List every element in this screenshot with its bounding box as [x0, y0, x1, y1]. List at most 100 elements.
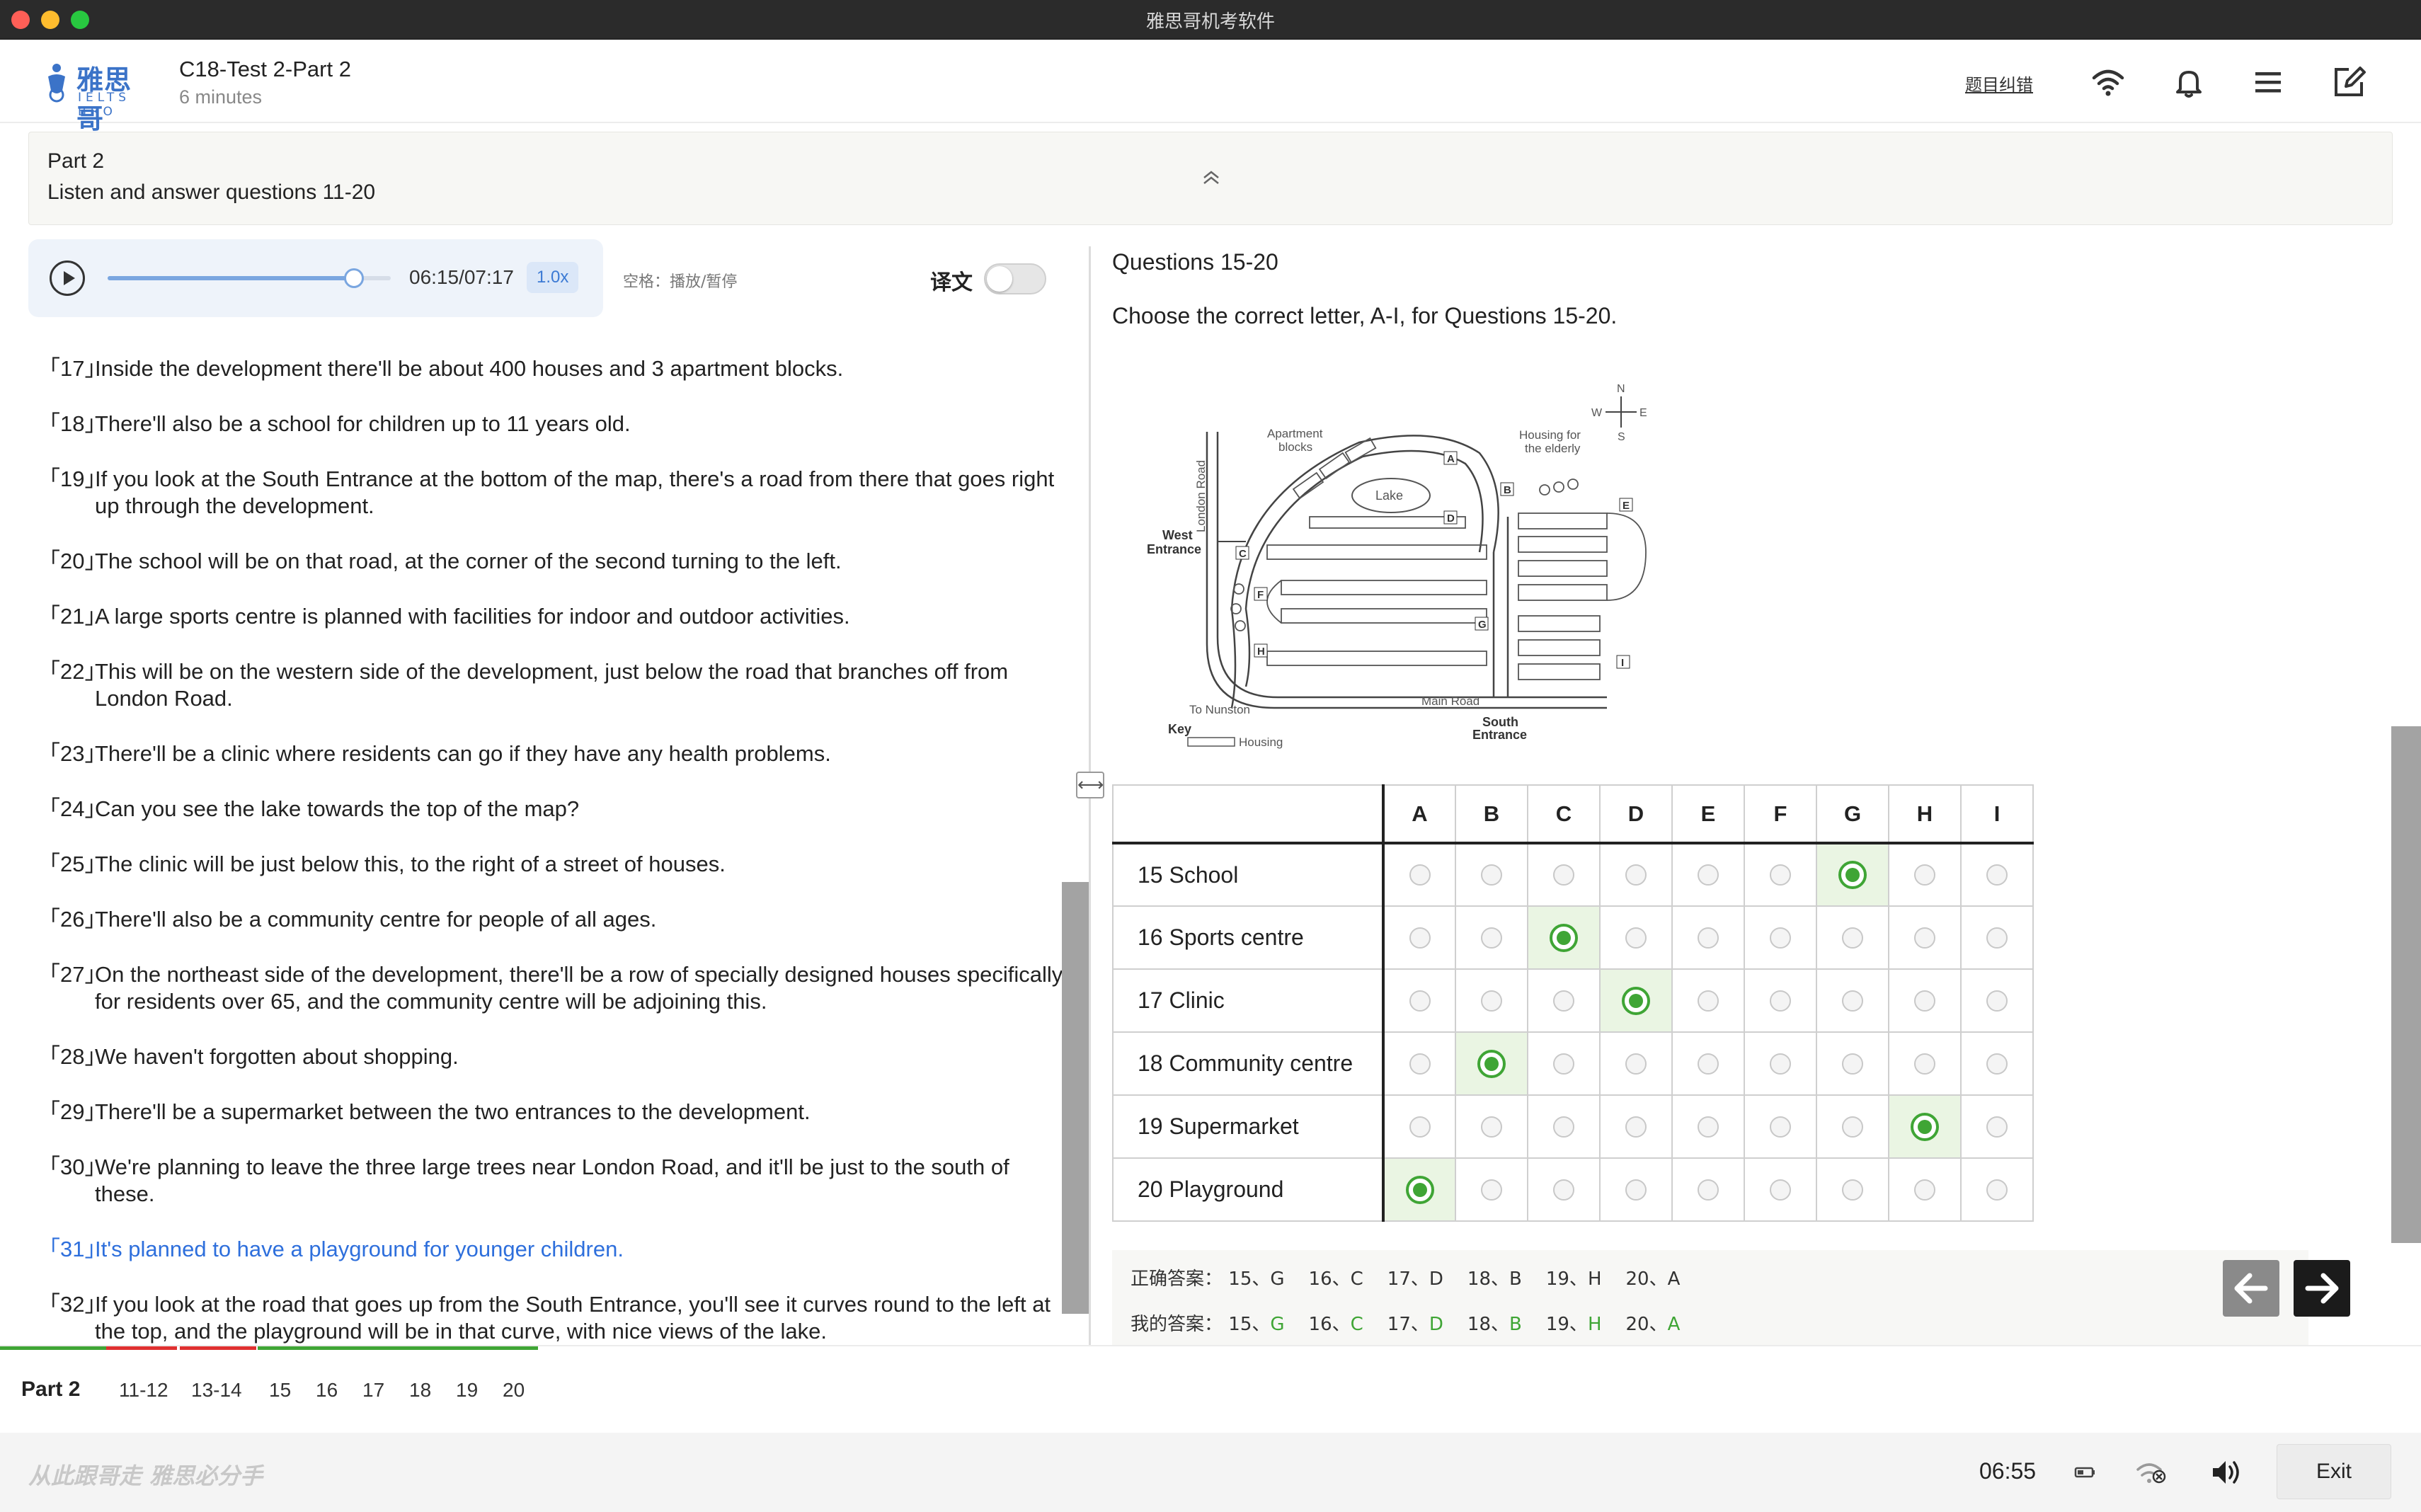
- transcript-line[interactable]: 「28」We haven't forgotten about shopping.: [38, 1043, 1065, 1070]
- answer-cell[interactable]: [1527, 1157, 1601, 1222]
- answer-cell[interactable]: [1960, 1094, 2034, 1159]
- transcript-line[interactable]: 「22」This will be on the western side of …: [38, 658, 1065, 712]
- transcript-line[interactable]: 「18」There'll also be a school for childr…: [38, 411, 1065, 437]
- audio-progress-thumb[interactable]: [343, 268, 364, 288]
- answer-cell[interactable]: [1599, 1094, 1673, 1159]
- radio-button[interactable]: [1625, 864, 1647, 886]
- radio-button[interactable]: [1409, 927, 1431, 949]
- transcript-line[interactable]: 「30」We're planning to leave the three la…: [38, 1154, 1065, 1208]
- answer-cell[interactable]: [1527, 1094, 1601, 1159]
- answer-cell[interactable]: [1744, 842, 1817, 907]
- radio-button[interactable]: [1770, 1116, 1791, 1138]
- report-error-link[interactable]: 题目纠错: [1965, 71, 2033, 96]
- answer-cell[interactable]: [1816, 905, 1889, 970]
- transcript-line[interactable]: 「19」If you look at the South Entrance at…: [38, 466, 1065, 520]
- radio-button[interactable]: [1698, 1179, 1719, 1201]
- exit-button[interactable]: Exit: [2277, 1444, 2391, 1499]
- radio-button[interactable]: [1698, 1116, 1719, 1138]
- radio-button[interactable]: [1481, 1116, 1502, 1138]
- transcript-line[interactable]: 「20」The school will be on that road, at …: [38, 548, 1065, 575]
- answer-cell[interactable]: [1816, 968, 1889, 1033]
- radio-button-selected[interactable]: [1911, 1112, 1939, 1141]
- transcript-line[interactable]: 「21」A large sports centre is planned wit…: [38, 603, 1065, 630]
- nav-item-19[interactable]: 19: [456, 1379, 478, 1402]
- answer-cell[interactable]: [1383, 1094, 1456, 1159]
- bell-icon[interactable]: [2170, 64, 2207, 101]
- radio-button[interactable]: [1986, 927, 2008, 949]
- radio-button-selected[interactable]: [1405, 1175, 1434, 1204]
- answer-cell[interactable]: [1888, 1157, 1962, 1222]
- radio-button[interactable]: [1481, 1179, 1502, 1201]
- radio-button[interactable]: [1698, 1053, 1719, 1075]
- answer-cell[interactable]: [1599, 905, 1673, 970]
- radio-button[interactable]: [1553, 1116, 1574, 1138]
- radio-button[interactable]: [1698, 927, 1719, 949]
- answer-cell[interactable]: [1888, 968, 1962, 1033]
- answer-cell[interactable]: [1383, 842, 1456, 907]
- answer-cell[interactable]: [1744, 968, 1817, 1033]
- answer-cell[interactable]: [1527, 1031, 1601, 1096]
- answer-cell[interactable]: [1816, 1157, 1889, 1222]
- answer-cell[interactable]: [1383, 1157, 1456, 1222]
- radio-button[interactable]: [1553, 864, 1574, 886]
- nav-item-20[interactable]: 20: [503, 1379, 525, 1402]
- nav-item-18[interactable]: 18: [409, 1379, 431, 1402]
- answer-cell[interactable]: [1671, 842, 1745, 907]
- transcript-line[interactable]: 「27」On the northeast side of the develop…: [38, 961, 1065, 1015]
- radio-button[interactable]: [1986, 1179, 2008, 1201]
- radio-button[interactable]: [1625, 1116, 1647, 1138]
- transcript-line[interactable]: 「17」Inside the development there'll be a…: [38, 355, 1065, 382]
- radio-button[interactable]: [1409, 1116, 1431, 1138]
- radio-button[interactable]: [1625, 1053, 1647, 1075]
- radio-button[interactable]: [1914, 990, 1935, 1012]
- nav-item-11-12[interactable]: 11-12: [119, 1379, 168, 1402]
- nav-item-15[interactable]: 15: [269, 1379, 291, 1402]
- nav-item-17[interactable]: 17: [362, 1379, 384, 1402]
- answer-cell[interactable]: [1744, 1094, 1817, 1159]
- nav-item-16[interactable]: 16: [316, 1379, 338, 1402]
- transcript-line[interactable]: 「25」The clinic will be just below this, …: [38, 851, 1065, 878]
- radio-button[interactable]: [1770, 1179, 1791, 1201]
- answer-cell[interactable]: [1383, 1031, 1456, 1096]
- answer-cell[interactable]: [1455, 1031, 1528, 1096]
- next-arrow-icon[interactable]: [2294, 1260, 2350, 1317]
- answer-cell[interactable]: [1383, 905, 1456, 970]
- playback-speed-button[interactable]: 1.0x: [527, 262, 579, 293]
- play-button[interactable]: [50, 260, 85, 296]
- radio-button[interactable]: [1842, 990, 1863, 1012]
- answer-cell[interactable]: [1455, 1094, 1528, 1159]
- radio-button[interactable]: [1842, 927, 1863, 949]
- radio-button[interactable]: [1625, 1179, 1647, 1201]
- transcript-line[interactable]: 「23」There'll be a clinic where residents…: [38, 740, 1065, 767]
- radio-button-selected[interactable]: [1622, 986, 1650, 1015]
- radio-button[interactable]: [1986, 1116, 2008, 1138]
- radio-button[interactable]: [1553, 1179, 1574, 1201]
- answer-cell[interactable]: [1960, 968, 2034, 1033]
- radio-button[interactable]: [1553, 990, 1574, 1012]
- translate-toggle[interactable]: [984, 263, 1046, 294]
- radio-button[interactable]: [1409, 990, 1431, 1012]
- answer-cell[interactable]: [1455, 842, 1528, 907]
- radio-button[interactable]: [1409, 1053, 1431, 1075]
- answer-cell[interactable]: [1671, 905, 1745, 970]
- answer-cell[interactable]: [1527, 905, 1601, 970]
- nav-item-13-14[interactable]: 13-14: [191, 1379, 242, 1402]
- radio-button[interactable]: [1914, 1053, 1935, 1075]
- radio-button[interactable]: [1481, 864, 1502, 886]
- radio-button[interactable]: [1914, 927, 1935, 949]
- transcript-line[interactable]: 「26」There'll also be a community centre …: [38, 906, 1065, 933]
- answer-cell[interactable]: [1888, 1094, 1962, 1159]
- answer-cell[interactable]: [1744, 1157, 1817, 1222]
- edit-icon[interactable]: [2330, 64, 2367, 101]
- radio-button[interactable]: [1698, 990, 1719, 1012]
- radio-button[interactable]: [1481, 990, 1502, 1012]
- radio-button-selected[interactable]: [1550, 923, 1578, 952]
- radio-button[interactable]: [1986, 990, 2008, 1012]
- answer-cell[interactable]: [1599, 968, 1673, 1033]
- radio-button[interactable]: [1986, 1053, 2008, 1075]
- previous-arrow-icon[interactable]: [2223, 1260, 2279, 1317]
- answer-cell[interactable]: [1455, 1157, 1528, 1222]
- panel-resize-handle[interactable]: ⟷: [1076, 772, 1104, 798]
- radio-button[interactable]: [1914, 1179, 1935, 1201]
- transcript-line-active[interactable]: 「31」It's planned to have a playground fo…: [38, 1236, 1065, 1263]
